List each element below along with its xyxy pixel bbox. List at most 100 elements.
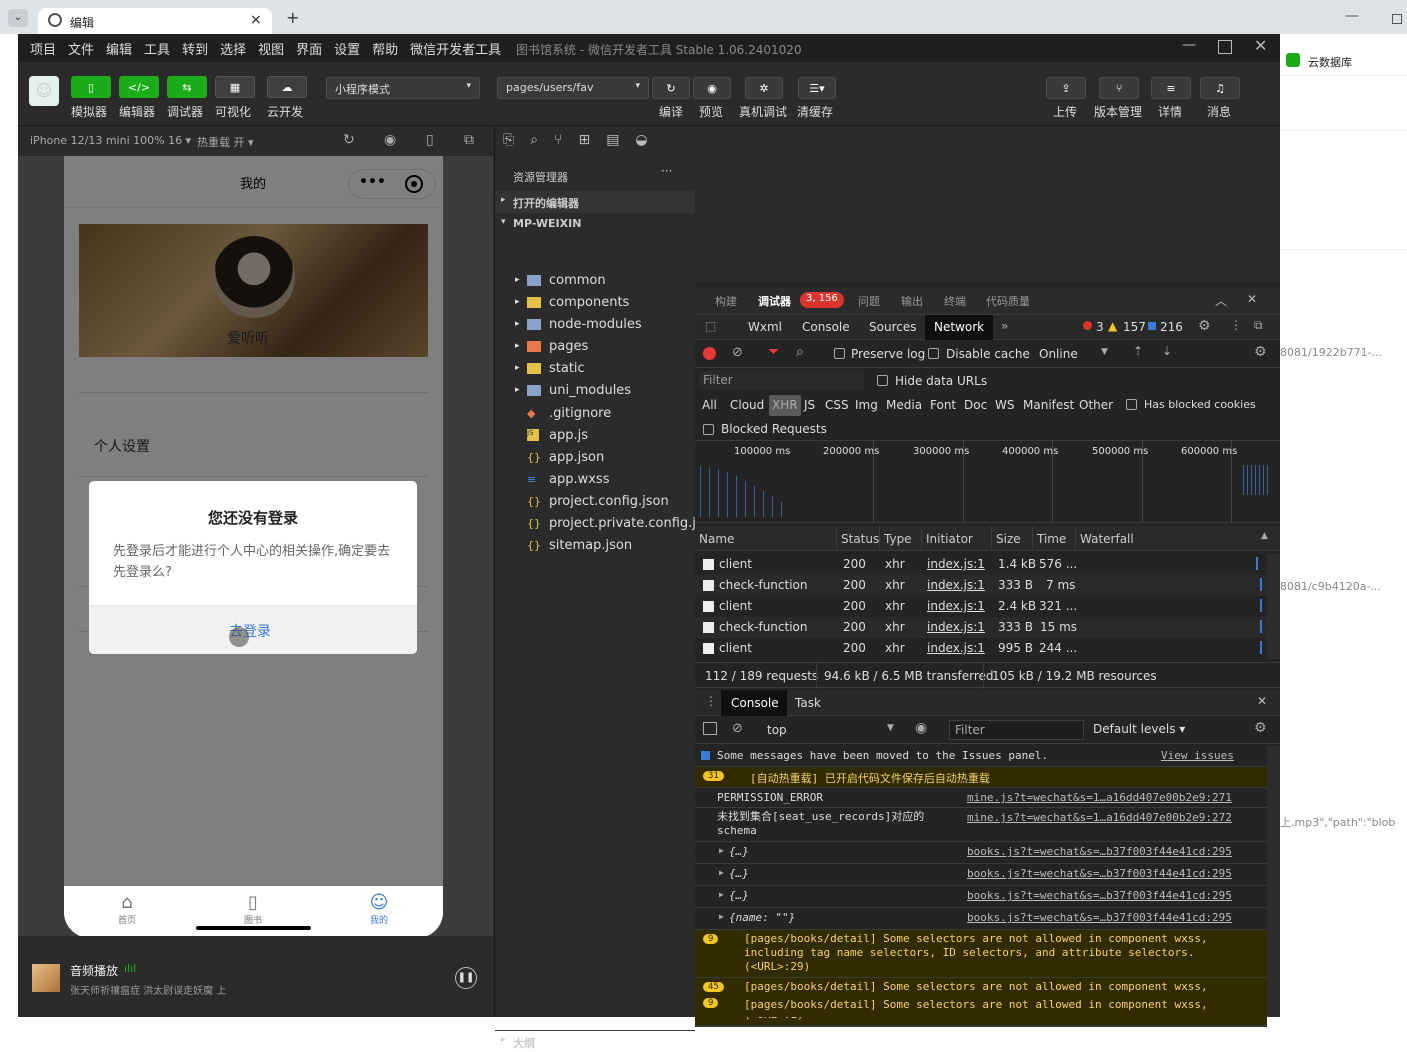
more-tabs-icon[interactable]: » [1001, 319, 1008, 333]
sidebar-toggle-icon[interactable] [703, 722, 717, 735]
file-app-wxss[interactable]: ≡ app.wxss [527, 468, 609, 490]
col-name[interactable]: Name [699, 532, 734, 546]
win-minimize-icon[interactable]: — [1182, 37, 1196, 53]
whale-icon[interactable]: ◒ [635, 132, 647, 150]
type-ws[interactable]: WS [995, 398, 1014, 412]
tab-mine[interactable]: ☺ 我的 [366, 892, 392, 926]
simulator-button[interactable]: 模拟器 [71, 103, 107, 120]
col-size[interactable]: Size [996, 532, 1021, 546]
search-icon[interactable]: ⌕ [796, 344, 804, 360]
expand-icon[interactable]: ▶ [719, 846, 724, 855]
close-panel-icon[interactable]: ✕ [1247, 292, 1257, 306]
console-log[interactable]: 未找到集合[seat_use_records]对应的schema mine.js… [695, 808, 1267, 842]
preview-button[interactable]: 预览 [699, 103, 723, 120]
menu-interface[interactable]: 界面 [296, 39, 322, 58]
settings-gear-icon[interactable]: ⚙ [1198, 318, 1211, 334]
table-row[interactable]: check-function 200 xhr index.js:1 333 B … [695, 617, 1267, 638]
upload-button[interactable]: 上传 [1053, 103, 1077, 120]
log-levels-select[interactable]: Default levels ▾ [1093, 722, 1185, 736]
tab-list-chevron-icon[interactable]: ⌄ [8, 9, 28, 27]
import-har-icon[interactable]: ⇡ [1133, 344, 1143, 358]
console-filter-input[interactable]: Filter [949, 720, 1084, 740]
col-time[interactable]: Time [1037, 532, 1066, 546]
col-initiator[interactable]: Initiator [926, 532, 973, 546]
col-waterfall[interactable]: Waterfall [1080, 532, 1134, 546]
tab-console[interactable]: Console [802, 320, 850, 334]
popout-icon[interactable]: ⧉ [464, 132, 474, 148]
console-object[interactable]: ▶ {name: ""} books.js?t=wechat&s=…b37f00… [695, 908, 1267, 930]
menu-help[interactable]: 帮助 [372, 39, 398, 58]
preserve-log-checkbox[interactable] [834, 348, 845, 359]
type-xhr[interactable]: XHR [769, 395, 801, 416]
details-button[interactable]: 详情 [1158, 103, 1182, 120]
visual-icon[interactable]: ▦ [215, 76, 255, 98]
clear-console-icon[interactable]: ⊘ [732, 721, 743, 736]
minimize-icon[interactable]: — [1345, 8, 1359, 24]
phone-icon[interactable]: ▯ [426, 132, 434, 148]
console-warning[interactable]: 9 [pages/books/detail] Some selectors ar… [695, 994, 1267, 1017]
tab-terminal[interactable]: 终端 [944, 293, 966, 309]
undock-icon[interactable]: ⧉ [1254, 318, 1263, 333]
type-media[interactable]: Media [886, 398, 922, 412]
folder-common[interactable]: ▸ common [515, 269, 606, 291]
file-project-private-config[interactable]: {} project.private.config.js... [527, 512, 715, 534]
drawer-menu-icon[interactable]: ⋮ [705, 694, 717, 708]
version-button[interactable]: 版本管理 [1094, 103, 1142, 120]
upload-icon[interactable]: ⇪ [1046, 77, 1086, 99]
new-tab-button[interactable]: + [286, 8, 299, 27]
refresh-icon[interactable]: ↻ [343, 132, 355, 148]
context-select[interactable]: top ▼ [761, 720, 901, 740]
table-row[interactable]: check-function 200 xhr index.js:1 333 B … [695, 575, 1267, 596]
folder-pages[interactable]: ▸ pages [515, 335, 588, 357]
console-object[interactable]: ▶ {…} books.js?t=wechat&s=…b37f003f44e41… [695, 864, 1267, 886]
file-sitemap[interactable]: {} sitemap.json [527, 534, 632, 556]
error-count[interactable]: 3 [1096, 320, 1104, 334]
collapse-icon[interactable]: ︿ [1215, 292, 1227, 309]
kebab-menu-icon[interactable]: ⋮ [1230, 318, 1242, 332]
source-link[interactable]: books.js?t=wechat&s=…b37f003f44e41cd:295 [967, 867, 1232, 880]
record-icon[interactable]: ◉ [384, 132, 396, 148]
editor-button[interactable]: 编辑器 [119, 103, 155, 120]
details-icon[interactable]: ≡ [1151, 77, 1191, 99]
folder-uni-modules[interactable]: ▸ uni_modules [515, 379, 631, 401]
source-link[interactable]: books.js?t=wechat&s=…b37f003f44e41cd:295 [967, 889, 1232, 902]
more-actions-icon[interactable]: ··· [661, 164, 672, 178]
table-scrollbar[interactable] [1267, 554, 1280, 659]
tab-build[interactable]: 构建 [715, 293, 737, 309]
col-type[interactable]: Type [884, 532, 912, 546]
menu-project[interactable]: 项目 [30, 39, 56, 58]
extensions-icon[interactable]: ⊞ [578, 132, 590, 150]
folder-components[interactable]: ▸ components [515, 291, 629, 313]
inspect-icon[interactable]: ⬚ [705, 319, 716, 333]
bell-icon[interactable]: ♫ [1200, 77, 1240, 99]
table-row[interactable]: client 200 xhr index.js:1 2.4 kB 321 ... [695, 596, 1267, 617]
tab-network[interactable]: Network [925, 315, 993, 340]
tab-wxml[interactable]: Wxml [748, 320, 782, 334]
filter-input[interactable]: Filter [699, 371, 864, 390]
git-icon[interactable]: ⑂ [554, 132, 562, 150]
console-warning[interactable]: 31 [自动热重载] 已开启代码文件保存后自动热重载 [695, 767, 1267, 788]
console-log[interactable]: PERMISSION_ERROR mine.js?t=wechat&s=1…a1… [695, 788, 1267, 808]
console-settings-icon[interactable]: ⚙ [1254, 720, 1267, 736]
debugger-button[interactable]: 调试器 [167, 103, 203, 120]
type-doc[interactable]: Doc [964, 398, 987, 412]
outline-section[interactable]: ▸ 大纲 [495, 1030, 695, 1052]
tab-issues[interactable]: 问题 [858, 293, 880, 309]
tab-home[interactable]: ⌂ 首页 [114, 892, 140, 926]
close-tab-icon[interactable]: × [250, 12, 262, 28]
search-icon[interactable]: ⌕ [530, 132, 538, 150]
close-drawer-icon[interactable]: ✕ [1257, 694, 1267, 708]
file-project-config[interactable]: {} project.config.json [527, 490, 669, 512]
device-select[interactable]: iPhone 12/13 mini 100% 16 ▾ [30, 134, 191, 147]
open-editors-section[interactable]: ▸ 打开的编辑器 [495, 191, 695, 213]
clear-cache-icon[interactable]: ☰▾ [798, 77, 836, 99]
confirm-button[interactable]: 去登录 [89, 605, 417, 654]
file-app-json[interactable]: {} app.json [527, 446, 604, 468]
col-status[interactable]: Status [841, 532, 879, 546]
menu-tools[interactable]: 工具 [144, 39, 170, 58]
source-link[interactable]: mine.js?t=wechat&s=1…a16dd407e00b2e9:271 [967, 791, 1232, 804]
hide-data-urls-checkbox[interactable] [877, 375, 888, 386]
type-other[interactable]: Other [1079, 398, 1113, 412]
expand-icon[interactable]: ▶ [719, 868, 724, 877]
expand-icon[interactable]: ▶ [719, 912, 724, 921]
